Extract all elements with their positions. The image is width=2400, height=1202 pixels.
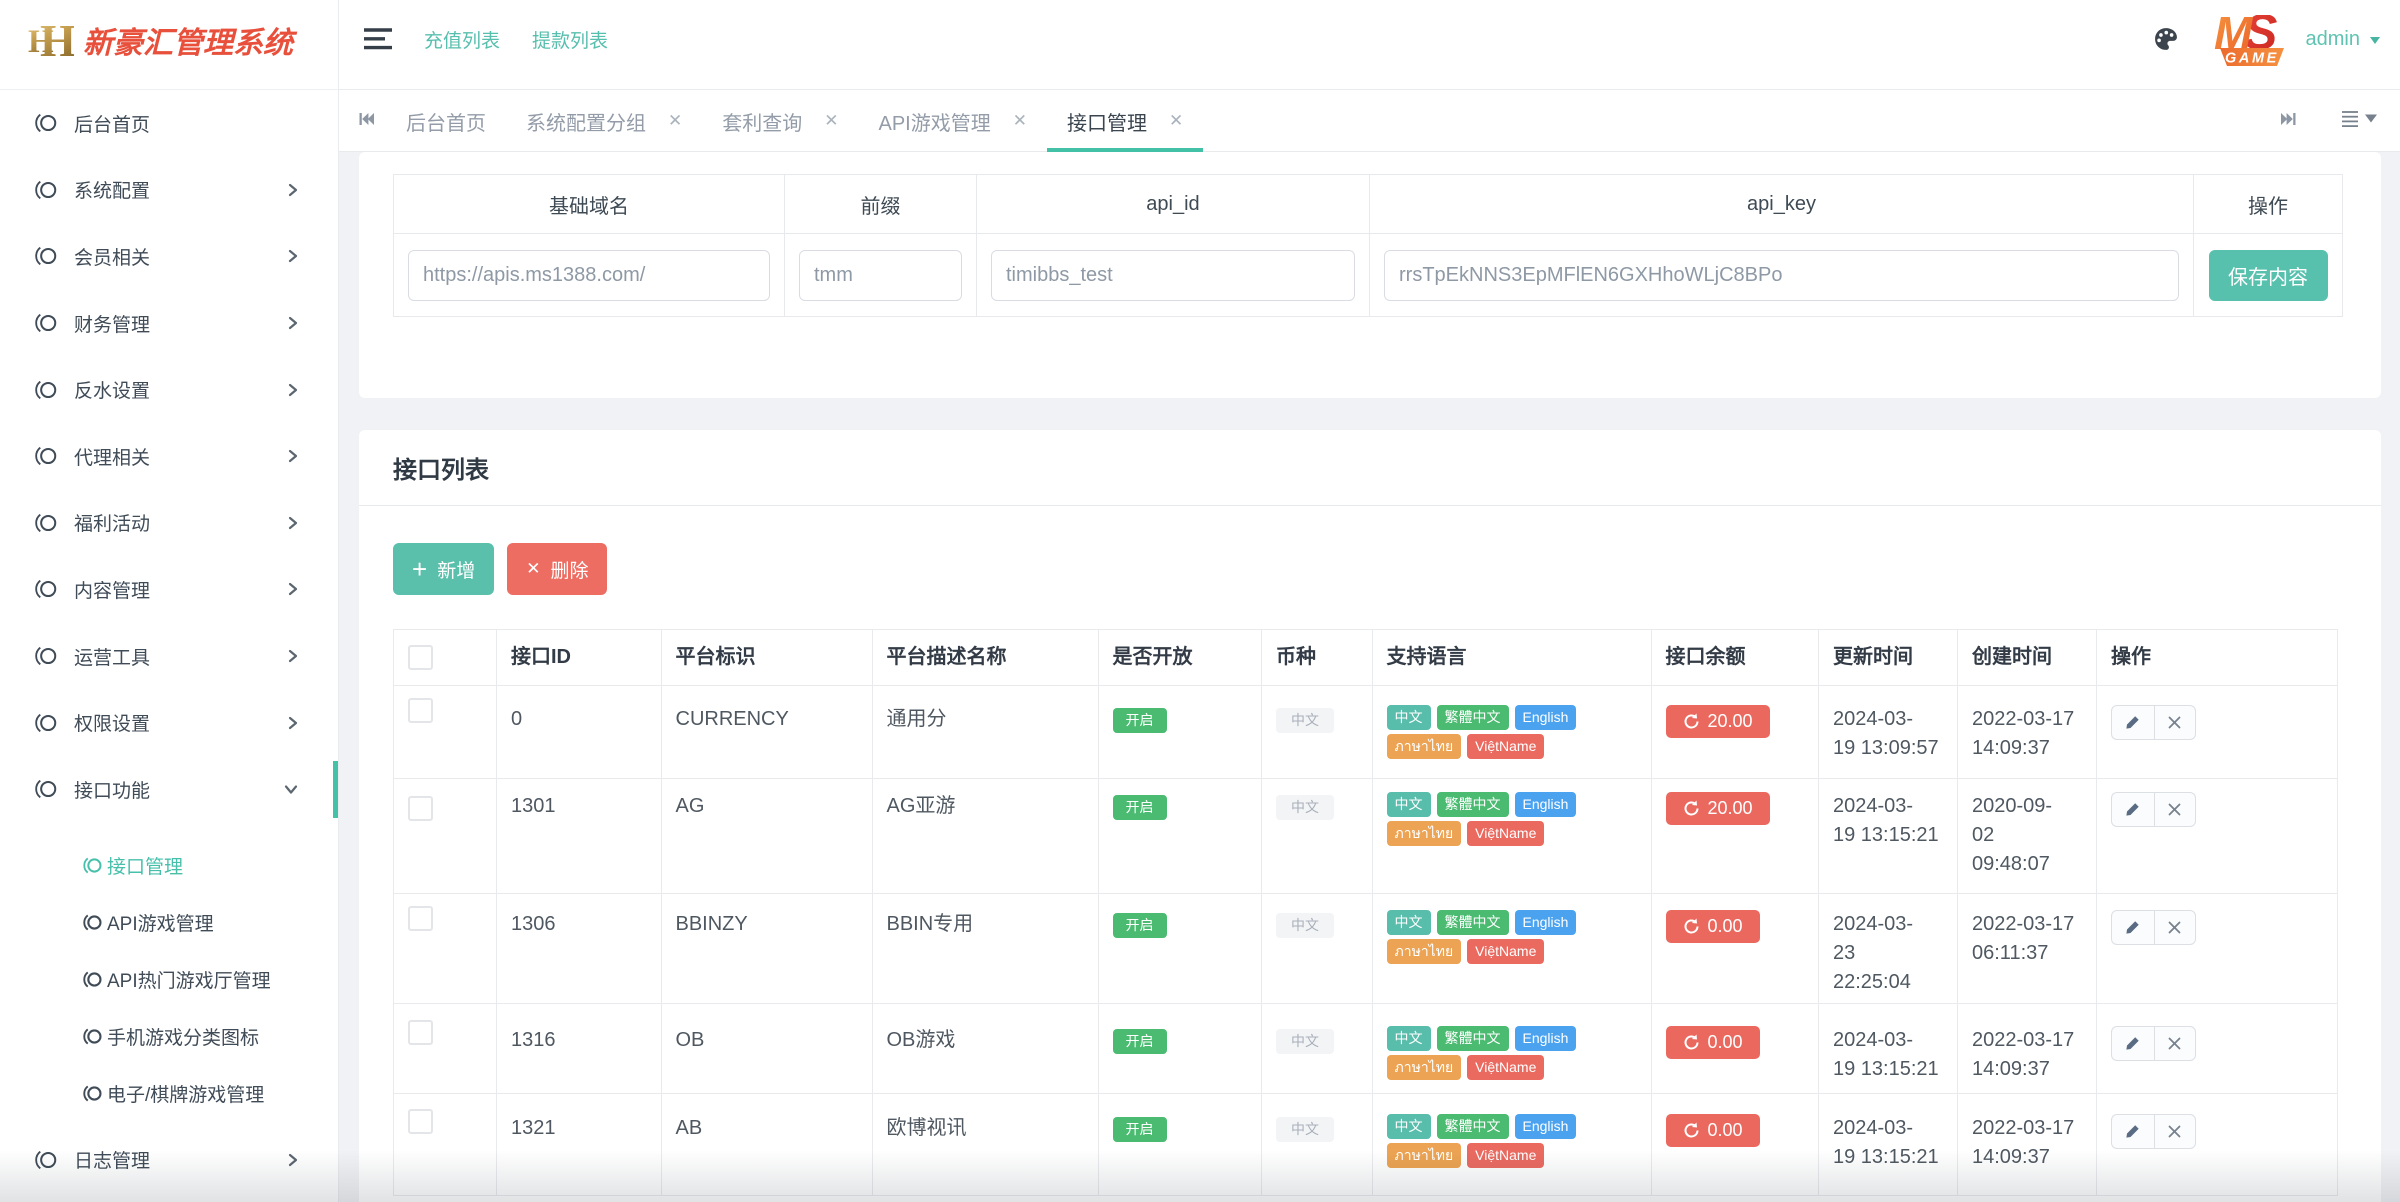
svg-text:H: H (40, 18, 74, 66)
svg-text:GAME: GAME (2225, 51, 2279, 67)
